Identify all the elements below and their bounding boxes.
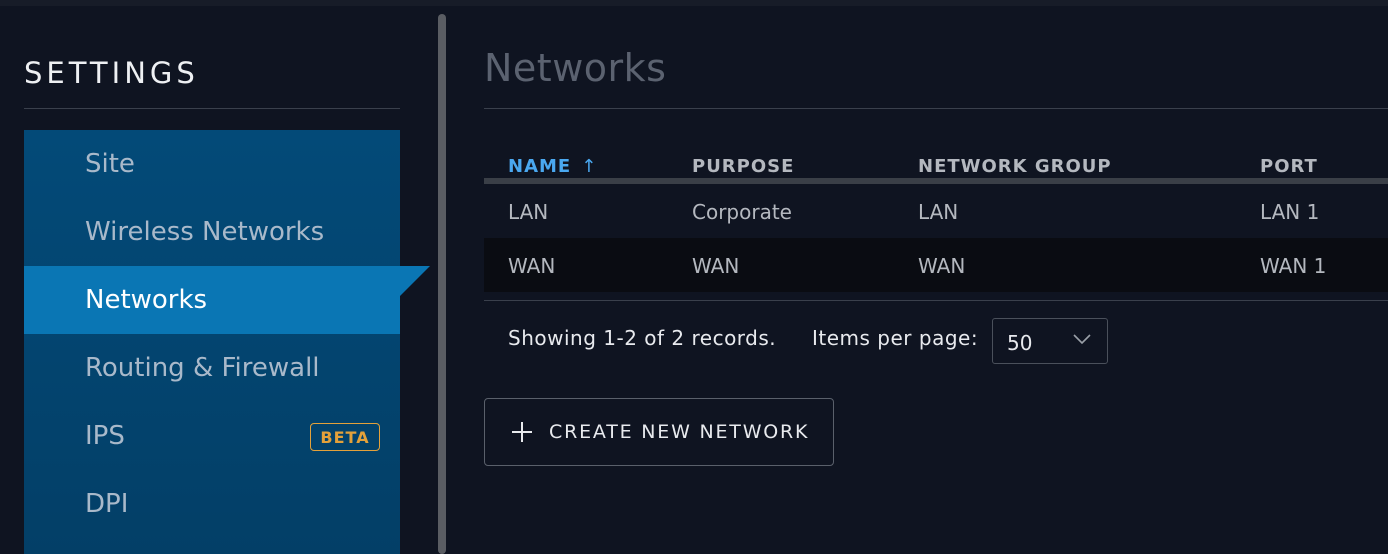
- sidebar-item-wireless-networks[interactable]: Wireless Networks: [24, 198, 400, 266]
- sidebar-item-label: Wireless Networks: [85, 217, 325, 247]
- sidebar: SETTINGS Site Wireless Networks Networks…: [24, 0, 400, 554]
- table-header: NAME ↑ PURPOSE NETWORK GROUP PORT: [484, 144, 1388, 184]
- sidebar-scrollbar[interactable]: [438, 14, 446, 554]
- title-divider: [484, 108, 1388, 109]
- settings-nav: Site Wireless Networks Networks Routing …: [24, 130, 400, 554]
- table-bottom-divider: [484, 300, 1388, 301]
- cell-name: WAN: [508, 254, 556, 278]
- networks-table: NAME ↑ PURPOSE NETWORK GROUP PORT LAN Cor…: [484, 144, 1388, 292]
- cell-purpose: Corporate: [692, 200, 792, 224]
- active-item-pointer: [400, 266, 430, 296]
- sidebar-item-site[interactable]: Site: [24, 130, 400, 198]
- pagination-summary: Showing 1-2 of 2 records.: [508, 326, 777, 350]
- cell-port: WAN 1: [1260, 254, 1327, 278]
- items-per-page-select[interactable]: 50: [992, 318, 1108, 364]
- cell-network-group: LAN: [918, 200, 959, 224]
- cell-port: LAN 1: [1260, 200, 1320, 224]
- settings-divider: [24, 108, 400, 109]
- create-button-label: CREATE NEW NETWORK: [549, 421, 810, 443]
- chevron-down-icon: [1073, 334, 1091, 345]
- create-new-network-button[interactable]: CREATE NEW NETWORK: [484, 398, 834, 466]
- table-row[interactable]: WAN WAN WAN WAN 1: [484, 238, 1388, 292]
- page-title: Networks: [484, 46, 667, 90]
- column-header-port[interactable]: PORT: [1260, 156, 1318, 177]
- sidebar-item-label: IPS: [85, 421, 125, 451]
- table-row[interactable]: LAN Corporate LAN LAN 1: [484, 184, 1388, 238]
- sidebar-item-networks[interactable]: Networks: [24, 266, 400, 334]
- sidebar-item-label: DPI: [85, 489, 129, 519]
- beta-badge: BETA: [310, 423, 380, 451]
- column-header-network-group[interactable]: NETWORK GROUP: [918, 156, 1112, 177]
- sidebar-item-label: Site: [85, 149, 135, 179]
- sidebar-item-label: Networks: [85, 285, 208, 315]
- sidebar-item-label: Routing & Firewall: [85, 353, 320, 383]
- cell-purpose: WAN: [692, 254, 740, 278]
- sort-ascending-icon: ↑: [581, 156, 598, 177]
- plus-icon: [512, 422, 532, 442]
- settings-title: SETTINGS: [24, 56, 199, 90]
- cell-network-group: WAN: [918, 254, 966, 278]
- items-per-page-value: 50: [1007, 331, 1033, 355]
- sidebar-item-dpi[interactable]: DPI: [24, 470, 400, 538]
- items-per-page-label: Items per page:: [812, 326, 979, 350]
- column-header-name[interactable]: NAME ↑: [508, 156, 597, 177]
- sidebar-item-routing-firewall[interactable]: Routing & Firewall: [24, 334, 400, 402]
- column-header-purpose[interactable]: PURPOSE: [692, 156, 794, 177]
- column-header-label: NAME: [508, 156, 572, 177]
- sidebar-item-ips[interactable]: IPS BETA: [24, 402, 400, 470]
- cell-name: LAN: [508, 200, 549, 224]
